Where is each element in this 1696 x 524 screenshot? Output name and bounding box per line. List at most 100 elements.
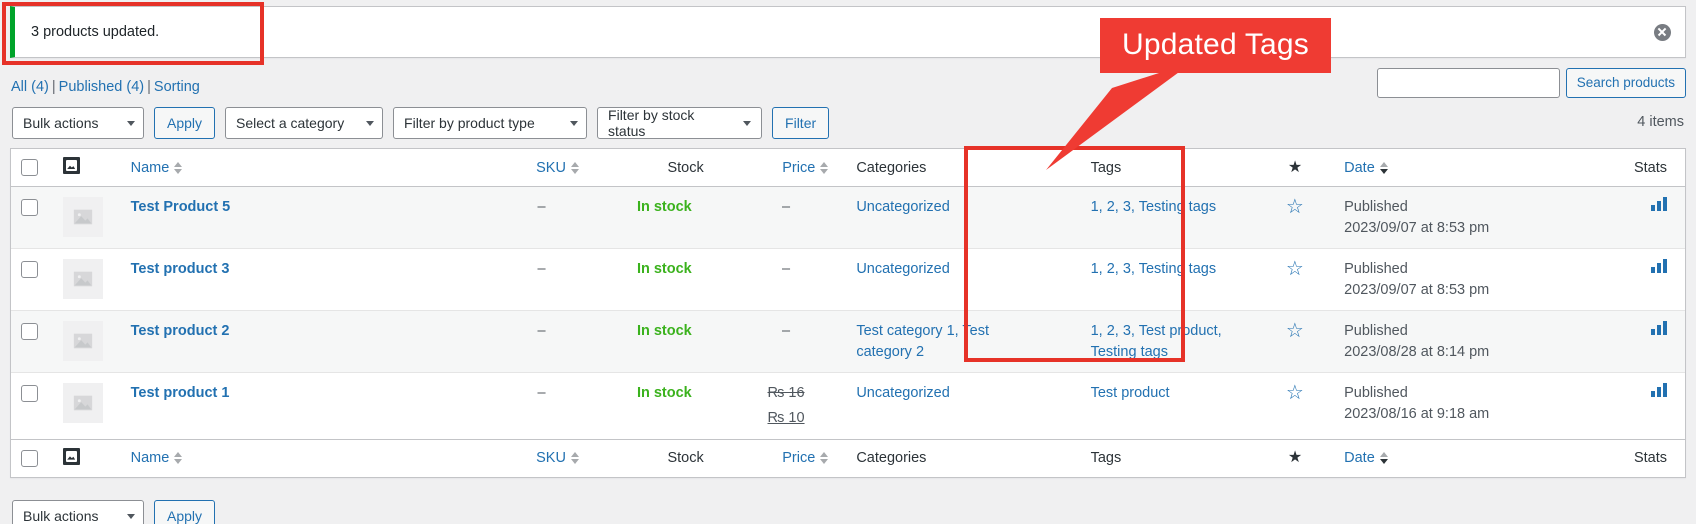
row-date-cell: Published 2023/08/16 at 9:18 am [1334, 373, 1564, 439]
views-separator-2: | [147, 79, 151, 95]
filter-button[interactable]: Filter [772, 107, 830, 139]
header-date: Date [1334, 149, 1565, 187]
category-link[interactable]: Test category 1, Test category 2 [856, 323, 989, 360]
product-image-placeholder-icon [62, 383, 103, 424]
sort-by-price[interactable]: Price [782, 160, 829, 176]
row-tags-cell: 1, 2, 3, Test product, Testing tags [1054, 310, 1274, 374]
sort-by-price-footer[interactable]: Price [782, 450, 829, 466]
bar-chart-icon[interactable] [1651, 321, 1667, 336]
category-link[interactable]: Uncategorized [856, 199, 950, 215]
star-outline-icon[interactable]: ☆ [1286, 382, 1304, 404]
header-price: Price [725, 149, 847, 187]
product-name-link[interactable]: Test Product 5 [131, 199, 231, 215]
star-outline-icon[interactable]: ☆ [1286, 196, 1304, 218]
row-thumbnail-cell [52, 248, 121, 312]
stock-status-filter-select[interactable]: Filter by stock status [597, 107, 763, 139]
bar-chart-icon[interactable] [1651, 383, 1667, 398]
notice-dismiss-button[interactable] [1651, 21, 1673, 43]
star-outline-icon[interactable]: ☆ [1286, 320, 1304, 342]
product-name-link[interactable]: Test product 2 [131, 323, 230, 339]
bulk-actions-select-bottom[interactable]: Bulk actions [12, 500, 144, 524]
product-type-filter-select[interactable]: Filter by product type [393, 107, 588, 139]
view-published[interactable]: Published (4) [59, 79, 144, 95]
updated-notice: 3 products updated. [10, 6, 1686, 58]
date-value: 2023/09/07 at 8:53 pm [1344, 219, 1490, 236]
row-thumbnail-cell [53, 373, 121, 439]
chevron-down-icon [127, 513, 135, 519]
star-outline-icon[interactable]: ☆ [1286, 258, 1304, 280]
search-products-button[interactable]: Search products [1565, 68, 1686, 98]
tags-link[interactable]: Test product [1091, 385, 1170, 401]
footer-select-all [11, 438, 53, 477]
regular-price: ₨ 16 [767, 385, 805, 402]
row-price-cell: – [725, 186, 847, 250]
row-date-cell: Published 2023/08/28 at 8:14 pm [1334, 310, 1565, 374]
view-sorting[interactable]: Sorting [154, 79, 200, 95]
stock-status: In stock [636, 385, 692, 402]
header-sku: SKU [480, 149, 603, 187]
header-select-all [11, 149, 53, 187]
row-checkbox[interactable] [21, 199, 38, 216]
row-categories-cell: Uncategorized [846, 186, 1055, 250]
footer-stats: Stats [1564, 438, 1685, 477]
sort-by-sku[interactable]: SKU [536, 160, 579, 176]
view-all[interactable]: All (4) [11, 79, 49, 95]
sort-by-date[interactable]: Date [1344, 160, 1388, 176]
sort-arrows-icon [1379, 452, 1388, 465]
select-all-checkbox[interactable] [21, 159, 38, 176]
apply-button[interactable]: Apply [154, 107, 216, 139]
category-filter-value: Select a category [236, 115, 345, 131]
stock-status: In stock [636, 323, 692, 340]
header-tags: Tags [1054, 149, 1274, 187]
search-input[interactable] [1376, 68, 1560, 98]
product-type-filter-value: Filter by product type [404, 115, 535, 131]
tags-link[interactable]: 1, 2, 3, Test product, Testing tags [1091, 323, 1222, 360]
row-thumbnail-cell [52, 310, 121, 374]
row-stats-cell [1564, 186, 1685, 250]
sort-by-sku-footer[interactable]: SKU [536, 450, 579, 466]
tablenav-top: Bulk actions Apply Select a category Fil… [10, 107, 1686, 145]
bulk-actions-value: Bulk actions [23, 115, 99, 131]
row-checkbox[interactable] [21, 261, 38, 279]
row-checkbox[interactable] [21, 323, 38, 341]
view-published-count: (4) [126, 79, 145, 95]
product-name-link[interactable]: Test product 1 [131, 385, 230, 401]
table-row: Test product 3 – In stock – Uncategorize… [11, 248, 1685, 312]
apply-button-bottom[interactable]: Apply [154, 500, 216, 524]
row-checkbox-cell [11, 186, 53, 250]
row-checkbox[interactable] [21, 385, 38, 403]
chevron-down-icon [366, 120, 375, 126]
table-body: Test Product 5 – In stock – Uncategorize… [11, 186, 1685, 440]
row-stock-cell: In stock [602, 310, 726, 374]
bar-chart-icon[interactable] [1651, 259, 1667, 274]
stock-status: In stock [636, 199, 692, 215]
row-categories-cell: Uncategorized [846, 373, 1054, 439]
sort-by-name[interactable]: Name [131, 160, 183, 176]
category-filter-select[interactable]: Select a category [225, 107, 384, 139]
product-name-link[interactable]: Test product 3 [131, 261, 230, 277]
row-name-cell: Test Product 5 [120, 186, 481, 250]
row-date-cell: Published 2023/09/07 at 8:53 pm [1334, 248, 1565, 312]
row-stats-cell [1564, 310, 1685, 374]
row-stock-cell: In stock [603, 373, 726, 439]
category-link[interactable]: Uncategorized [856, 261, 950, 277]
tags-link[interactable]: 1, 2, 3, Testing tags [1091, 261, 1216, 277]
header-thumbnail [52, 149, 121, 187]
header-stats: Stats [1564, 149, 1685, 187]
image-icon [62, 447, 80, 465]
row-tags-cell: 1, 2, 3, Testing tags [1054, 186, 1274, 250]
row-stats-cell [1564, 248, 1685, 312]
product-image-placeholder-icon [62, 197, 103, 237]
row-categories-cell: Uncategorized [846, 248, 1055, 312]
products-table: Name SKU Stock Price Categories Tags ★ D… [11, 149, 1685, 477]
row-tags-cell: Test product [1055, 373, 1274, 439]
bar-chart-icon[interactable] [1651, 197, 1667, 211]
sort-by-name-footer[interactable]: Name [131, 450, 183, 466]
bulk-actions-select[interactable]: Bulk actions [12, 107, 144, 139]
category-link[interactable]: Uncategorized [856, 385, 950, 401]
tags-link[interactable]: 1, 2, 3, Testing tags [1091, 199, 1216, 215]
sort-by-date-footer[interactable]: Date [1344, 450, 1388, 466]
row-checkbox-cell [11, 248, 53, 312]
select-all-checkbox-footer[interactable] [21, 449, 38, 467]
footer-featured: ★ [1273, 438, 1335, 477]
